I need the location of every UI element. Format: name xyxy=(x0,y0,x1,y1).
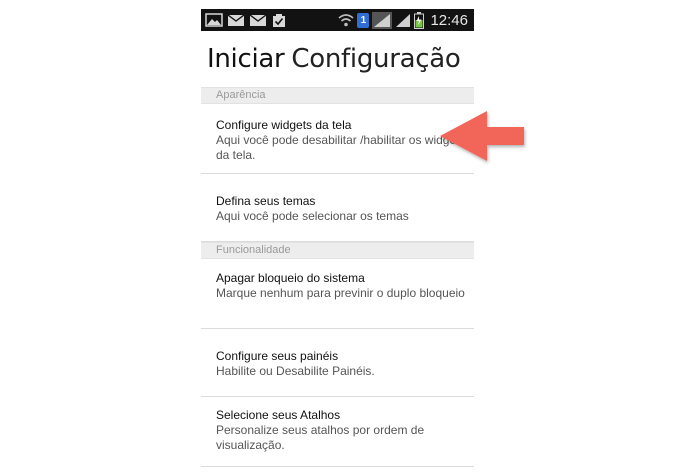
system-icons: 1 12:46 xyxy=(338,11,474,29)
page-title: Iniciar Configuração xyxy=(207,44,461,74)
mail-icon xyxy=(227,13,245,26)
status-time: 12:46 xyxy=(430,11,468,29)
page-header: Iniciar Configuração xyxy=(201,31,474,87)
setting-item-selecione-atalhos[interactable]: Selecione seus Atalhos Personalize seus … xyxy=(201,397,474,467)
battery-charging-icon xyxy=(414,11,425,29)
gallery-icon xyxy=(205,13,223,27)
setting-item-configure-paineis[interactable]: Configure seus painéis Habilite ou Desab… xyxy=(201,329,474,397)
screenshot-stage: 1 12:46 Iniciar Configuração Aparência C… xyxy=(0,0,695,474)
phone-screen: 1 12:46 Iniciar Configuração Aparência C… xyxy=(201,9,474,474)
setting-item-configure-widgets[interactable]: Configure widgets da tela Aqui você pode… xyxy=(201,104,474,174)
status-bar: 1 12:46 xyxy=(201,9,474,31)
setting-item-subtitle: Aqui você pode desabilitar /habilitar os… xyxy=(216,133,466,162)
setting-item-title: Configure seus painéis xyxy=(216,349,339,363)
setting-item-title: Configure widgets da tela xyxy=(216,118,352,132)
setting-item-title: Defina seus temas xyxy=(216,194,316,208)
page-title-bold: Iniciar xyxy=(207,44,285,74)
wifi-icon xyxy=(338,14,354,27)
setting-item-title: Selecione seus Atalhos xyxy=(216,408,341,422)
section-header-funcionalidade: Funcionalidade xyxy=(201,242,474,259)
settings-list: Aparência Configure widgets da tela Aqui… xyxy=(201,87,474,467)
sim-badge: 1 xyxy=(357,12,370,28)
signal-icon xyxy=(372,11,393,29)
setting-item-subtitle: Aqui você pode selecionar os temas xyxy=(216,209,409,223)
setting-item-title: Apagar bloqueio do sistema xyxy=(216,271,365,285)
task-check-icon xyxy=(273,13,285,27)
section-header-aparencia: Aparência xyxy=(201,87,474,104)
mail-icon xyxy=(249,13,267,26)
setting-item-subtitle: Marque nenhum para previnir o duplo bloq… xyxy=(216,286,465,300)
page-title-light: Configuração xyxy=(291,44,461,74)
setting-item-subtitle: Habilite ou Desabilite Painéis. xyxy=(216,364,375,378)
setting-item-defina-temas[interactable]: Defina seus temas Aqui você pode selecio… xyxy=(201,174,474,242)
setting-item-subtitle: Personalize seus atalhos por ordem de vi… xyxy=(216,423,425,452)
notification-icons xyxy=(201,13,287,28)
signal-icon xyxy=(396,13,411,27)
annotation-arrow-icon xyxy=(440,111,524,161)
setting-item-apagar-bloqueio[interactable]: Apagar bloqueio do sistema Marque nenhum… xyxy=(201,259,474,329)
